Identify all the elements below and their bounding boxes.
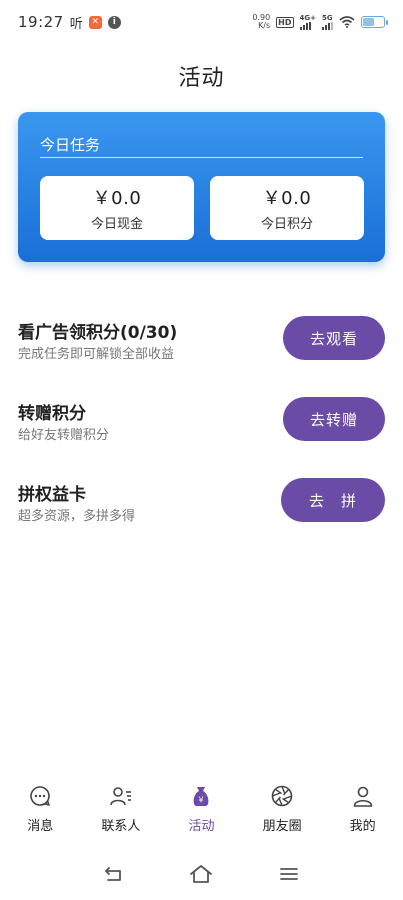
home-icon[interactable] [186, 859, 216, 889]
card-divider [40, 157, 363, 158]
signal-5g-label: 5G [322, 13, 333, 22]
points-stat: ￥0.0 今日积分 [210, 176, 364, 240]
signal-4g-label: 4G+ [299, 13, 316, 22]
task-subtitle: 给好友转赠积分 [18, 428, 110, 443]
network-speed-unit: K/s [258, 21, 271, 30]
nav-label: 活动 [188, 819, 215, 834]
back-icon[interactable] [99, 859, 129, 889]
app-notification-icon: ✕ [88, 15, 102, 29]
nav-label: 我的 [349, 819, 376, 834]
aperture-icon [269, 783, 295, 809]
task-watch-ads: 看广告领积分(0/30) 完成任务即可解锁全部收益 去观看 [18, 316, 385, 366]
nav-item-moments[interactable]: 朋友圈 [242, 775, 322, 834]
svg-text:¥: ¥ [199, 796, 204, 805]
chat-bubble-icon [27, 783, 53, 809]
task-title: 转赠积分 [18, 404, 86, 424]
page-title: 活动 [178, 66, 225, 91]
info-icon: i [107, 15, 121, 29]
user-icon [350, 783, 376, 809]
status-bar: 19:27 听 ✕ i 0.90 K/s HD 4G+ 5G [0, 0, 403, 44]
status-app-text: 听 [69, 16, 83, 32]
contacts-icon [108, 783, 134, 809]
bottom-nav: 消息 联系人 ¥ 活动 朋友圈 我的 [0, 775, 403, 845]
group-buy-button[interactable]: 去 拼 [281, 478, 385, 522]
transfer-points-button[interactable]: 去转赠 [283, 397, 385, 441]
nav-item-activity[interactable]: ¥ 活动 [161, 775, 241, 834]
task-title: 看广告领积分(0/30) [18, 323, 178, 343]
watch-ads-button[interactable]: 去观看 [283, 316, 385, 360]
status-time: 19:27 [18, 13, 64, 31]
task-subtitle: 完成任务即可解锁全部收益 [18, 347, 175, 362]
task-group-card: 拼权益卡 超多资源，多拼多得 去 拼 [18, 478, 385, 528]
nav-item-contacts[interactable]: 联系人 [81, 775, 161, 834]
battery-icon [361, 16, 388, 28]
network-speed: 0.90 K/s [252, 14, 270, 30]
status-right: 0.90 K/s HD 4G+ 5G [252, 13, 388, 30]
task-subtitle: 超多资源，多拼多得 [18, 509, 136, 524]
money-bag-icon: ¥ [188, 783, 214, 809]
points-label: 今日积分 [260, 217, 313, 232]
nav-label: 消息 [27, 819, 54, 834]
hd-icon: HD [276, 16, 294, 28]
nav-item-messages[interactable]: 消息 [0, 775, 80, 834]
signal-5g-icon: 5G [322, 13, 333, 30]
cash-label: 今日现金 [90, 217, 143, 232]
nav-item-profile[interactable]: 我的 [323, 775, 403, 834]
cash-value: ￥0.0 [92, 188, 142, 209]
system-nav [0, 852, 403, 896]
status-left: 19:27 听 ✕ i [18, 13, 121, 32]
points-value: ￥0.0 [262, 188, 312, 209]
nav-label: 联系人 [101, 819, 141, 834]
menu-icon[interactable] [274, 859, 304, 889]
today-task-card: 今日任务 ￥0.0 今日现金 ￥0.0 今日积分 [18, 112, 385, 262]
wifi-icon [339, 16, 355, 28]
cash-stat: ￥0.0 今日现金 [40, 176, 194, 240]
task-transfer-points: 转赠积分 给好友转赠积分 去转赠 [18, 397, 385, 447]
card-title: 今日任务 [40, 136, 101, 154]
signal-4g-icon: 4G+ [299, 13, 316, 30]
nav-label: 朋友圈 [262, 819, 302, 834]
task-title: 拼权益卡 [18, 485, 86, 505]
